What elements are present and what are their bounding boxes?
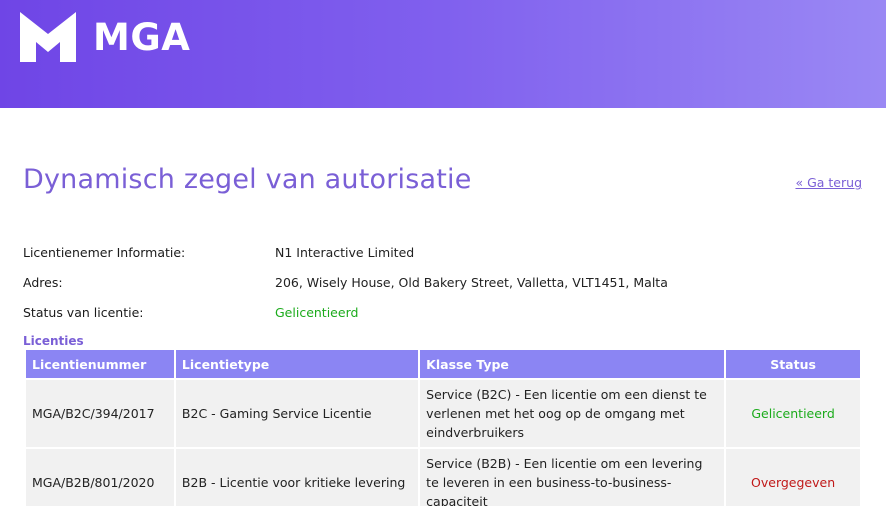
licenses-table: Licentienummer Licentietype Klasse Type … bbox=[24, 350, 862, 506]
licensee-value: N1 Interactive Limited bbox=[275, 245, 415, 260]
mga-logo[interactable]: MGA bbox=[20, 12, 190, 62]
page-title: Dynamisch zegel van autorisatie bbox=[23, 164, 472, 195]
address-label: Adres: bbox=[23, 275, 63, 290]
license-number: MGA/B2C/394/2017 bbox=[26, 378, 174, 447]
licenses-section-title: Licenties bbox=[23, 334, 84, 348]
logo-text: MGA bbox=[93, 15, 191, 59]
table-row: MGA/B2B/801/2020 B2B - Licentie voor kri… bbox=[26, 447, 860, 506]
column-header-status: Status bbox=[726, 350, 860, 378]
license-status: Overgegeven bbox=[726, 447, 860, 506]
table-header-row: Licentienummer Licentietype Klasse Type … bbox=[26, 350, 860, 378]
license-class-type: Service (B2C) - Een licentie om een dien… bbox=[420, 378, 725, 447]
site-header: MGA bbox=[0, 0, 886, 108]
column-header-class: Klasse Type bbox=[420, 350, 725, 378]
license-status: Gelicentieerd bbox=[726, 378, 860, 447]
license-status-value: Gelicentieerd bbox=[275, 305, 359, 320]
license-type: B2B - Licentie voor kritieke levering bbox=[175, 447, 419, 506]
mga-logo-icon bbox=[20, 12, 76, 62]
license-type: B2C - Gaming Service Licentie bbox=[175, 378, 419, 447]
back-link[interactable]: « Ga terug bbox=[795, 175, 862, 190]
address-value: 206, Wisely House, Old Bakery Street, Va… bbox=[275, 275, 668, 290]
licensee-label: Licentienemer Informatie: bbox=[23, 245, 186, 260]
column-header-number: Licentienummer bbox=[26, 350, 174, 378]
table-row: MGA/B2C/394/2017 B2C - Gaming Service Li… bbox=[26, 378, 860, 447]
column-header-type: Licentietype bbox=[175, 350, 419, 378]
license-class-type: Service (B2B) - Een licentie om een leve… bbox=[420, 447, 725, 506]
license-number: MGA/B2B/801/2020 bbox=[26, 447, 174, 506]
license-status-label: Status van licentie: bbox=[23, 305, 144, 320]
